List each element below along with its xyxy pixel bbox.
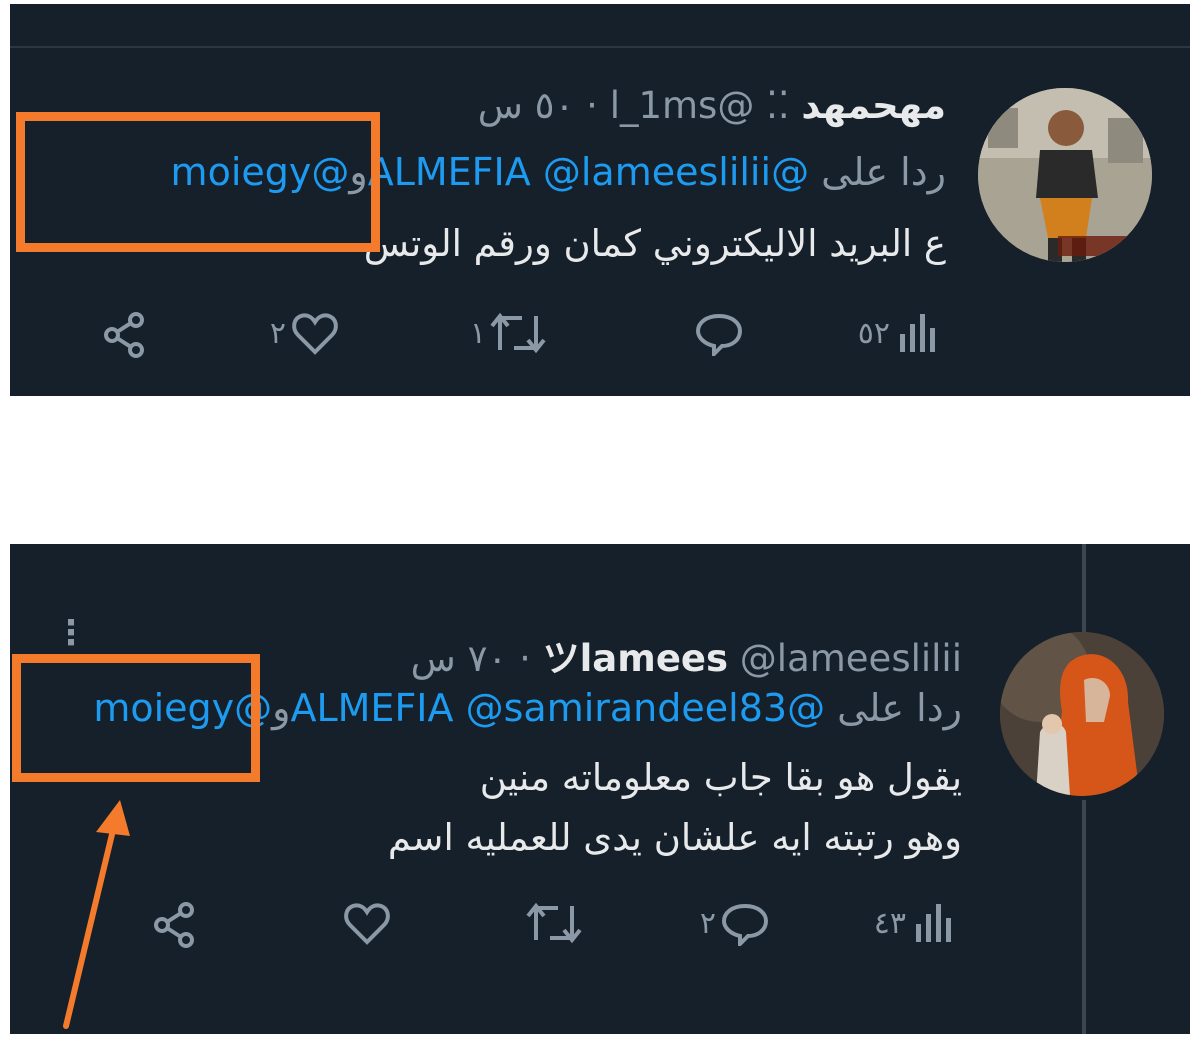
annotation-arrow-icon <box>63 800 130 1029</box>
screenshot-composite: مهحمهد ⁚⁚ @l_1ms · ٥٠ س ردا على @ALMEFIA… <box>0 0 1200 1056</box>
